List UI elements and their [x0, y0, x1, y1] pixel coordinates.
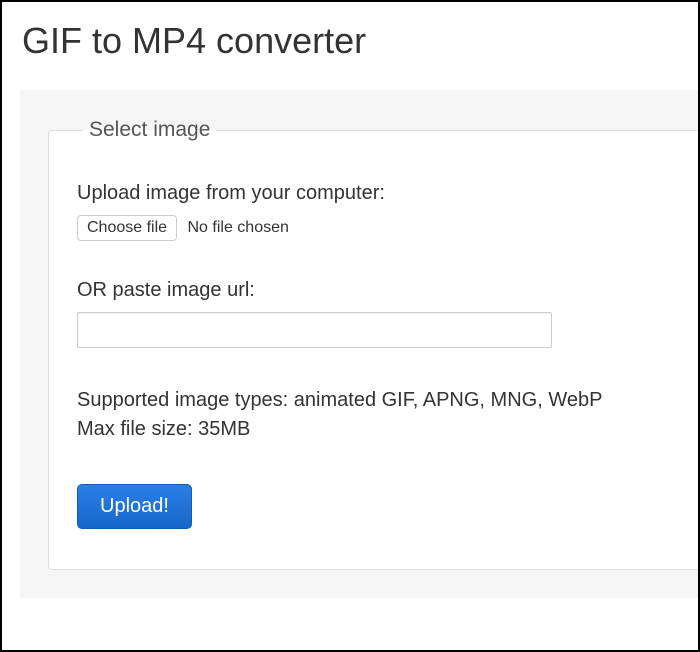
supported-info: Supported image types: animated GIF, APN… — [77, 386, 670, 444]
choose-file-button[interactable]: Choose file — [77, 215, 177, 241]
upload-button[interactable]: Upload! — [77, 484, 192, 529]
select-image-fieldset: Select image Upload image from your comp… — [48, 118, 698, 570]
supported-types-text: Supported image types: animated GIF, APN… — [77, 386, 670, 415]
url-label: OR paste image url: — [77, 279, 670, 302]
file-upload-row: Upload image from your computer: Choose … — [77, 182, 670, 241]
max-size-text: Max file size: 35MB — [77, 415, 670, 444]
image-url-input[interactable] — [77, 312, 552, 348]
fieldset-legend: Select image — [83, 118, 216, 142]
url-row: OR paste image url: — [77, 279, 670, 348]
page-title: GIF to MP4 converter — [22, 20, 698, 62]
file-picker[interactable]: Choose file No file chosen — [77, 215, 289, 241]
file-status-text: No file chosen — [188, 219, 289, 237]
upload-label: Upload image from your computer: — [77, 182, 670, 205]
upload-panel: Select image Upload image from your comp… — [20, 90, 698, 598]
